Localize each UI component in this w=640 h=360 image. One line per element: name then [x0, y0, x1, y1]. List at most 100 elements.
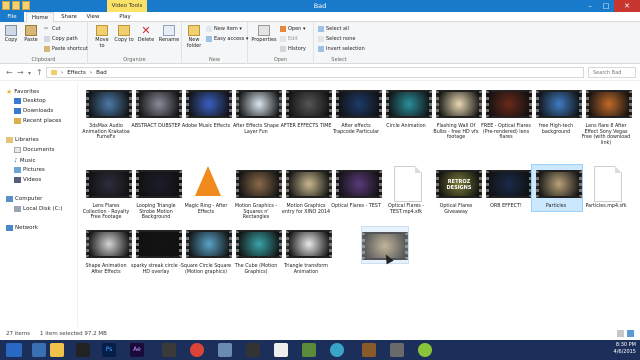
nav-videos[interactable]: Videos	[14, 177, 41, 183]
file-name[interactable]: Motion Graphics entry for XINO 2014	[280, 204, 332, 215]
video-thumbnail[interactable]	[586, 90, 632, 118]
breadcrumb-bad[interactable]: Bad	[96, 68, 107, 77]
maximize-button[interactable]: □	[598, 0, 614, 12]
video-thumbnail[interactable]: RETROZ DESIGNS	[436, 170, 482, 198]
after-effects-icon[interactable]: Ae	[130, 343, 144, 357]
paste-shortcut-button[interactable]: Paste shortcut	[44, 46, 88, 52]
app3-icon[interactable]	[246, 343, 260, 357]
details-view-icon[interactable]	[617, 330, 624, 337]
nav-desktop[interactable]: Desktop	[14, 98, 46, 104]
video-thumbnail[interactable]	[86, 230, 132, 258]
nav-network[interactable]: Network	[6, 225, 38, 231]
file-icon[interactable]	[394, 166, 422, 202]
video-thumbnail[interactable]	[136, 90, 182, 118]
tab-view[interactable]: View	[82, 12, 104, 22]
close-button[interactable]: ✕	[614, 0, 640, 12]
chrome-icon[interactable]	[190, 343, 204, 357]
file-name[interactable]: Adobe Music Effects	[180, 124, 232, 130]
rename-button[interactable]: Rename	[158, 25, 180, 43]
app5-icon[interactable]	[302, 343, 316, 357]
video-thumbnail[interactable]	[436, 90, 482, 118]
video-thumbnail[interactable]	[536, 90, 582, 118]
file-name[interactable]: Magic Ring - After Effects	[180, 204, 232, 215]
app7-icon[interactable]	[362, 343, 376, 357]
nav-documents[interactable]: Documents	[14, 147, 54, 153]
video-thumbnail[interactable]	[336, 170, 382, 198]
up-arrow-icon[interactable]: ↑	[36, 68, 43, 77]
copy-to-button[interactable]: Copy to	[114, 25, 134, 43]
file-name[interactable]: Circle Animation	[380, 124, 432, 130]
video-thumbnail[interactable]	[486, 170, 532, 198]
video-thumbnail[interactable]	[236, 90, 282, 118]
file-name[interactable]: ABSTRACT DUBSTEP	[130, 124, 182, 130]
explorer-icon[interactable]	[50, 343, 64, 357]
system-clock[interactable]: 8:30 PM 4/6/2015	[614, 342, 636, 356]
move-to-button[interactable]: Move to	[92, 25, 112, 49]
file-name[interactable]: Triangle transform Animation	[280, 264, 332, 275]
back-arrow-icon[interactable]: ←	[6, 68, 13, 77]
breadcrumb-effects[interactable]: Effects	[67, 68, 86, 77]
video-thumbnail[interactable]	[386, 90, 432, 118]
video-thumbnail[interactable]	[286, 230, 332, 258]
video-thumbnail[interactable]	[486, 90, 532, 118]
file-name[interactable]: Lens Flares Collection - Royalty Free Fo…	[80, 204, 132, 221]
tab-share[interactable]: Share	[58, 12, 80, 22]
select-all-button[interactable]: Select all	[318, 26, 349, 32]
app8-icon[interactable]	[390, 343, 404, 357]
history-button[interactable]: History	[280, 46, 306, 52]
paste-button[interactable]: Paste	[22, 25, 40, 43]
video-thumbnail[interactable]	[286, 90, 332, 118]
file-name[interactable]: Optical Flares Giveaway	[430, 204, 482, 215]
nav-pictures[interactable]: Pictures	[14, 167, 45, 173]
file-name[interactable]: Optical Flares - TEST.mp4.sfk	[380, 204, 432, 215]
file-name[interactable]: Square Circle Square (Motion graphics)	[180, 264, 232, 275]
file-name[interactable]: sparky streak circle - HD overlay	[130, 264, 182, 275]
file-name[interactable]: Motion Graphics - Squares n' Rectangles	[230, 204, 282, 221]
file-name[interactable]: Optical Flares - TEST	[330, 204, 382, 210]
file-name[interactable]: Lens flare 8 After Effect Sony Vegas Fre…	[580, 124, 632, 146]
start-icon[interactable]	[6, 343, 22, 357]
video-thumbnail[interactable]	[236, 230, 282, 258]
video-thumbnail[interactable]	[286, 170, 332, 198]
select-none-button[interactable]: Select none	[318, 36, 356, 42]
video-thumbnail[interactable]	[136, 230, 182, 258]
forward-arrow-icon[interactable]: →	[17, 68, 24, 77]
file-name[interactable]: FREE - Optical Flares (Pre-rendered) len…	[480, 124, 532, 141]
copy-path-button[interactable]: Copy path	[44, 36, 78, 42]
open-button[interactable]: Open ▾	[280, 26, 305, 32]
file-name[interactable]: Particles.mp4.sfk	[580, 204, 632, 210]
minimize-button[interactable]: –	[582, 0, 598, 12]
nav-downloads[interactable]: Downloads	[14, 108, 53, 114]
file-name[interactable]: Flashing Wall Of Bulbs - free HD vfx foo…	[430, 124, 482, 141]
new-item-button[interactable]: New item ▾	[206, 26, 242, 32]
file-icon[interactable]	[594, 166, 622, 202]
file-name[interactable]: AFTER EFFECTS TIME	[280, 124, 332, 130]
video-thumbnail[interactable]	[86, 170, 132, 198]
video-thumbnail[interactable]	[336, 90, 382, 118]
nav-recent-places[interactable]: Recent places	[14, 118, 61, 124]
app2-icon[interactable]	[218, 343, 232, 357]
video-thumbnail[interactable]	[136, 170, 182, 198]
photoshop-icon[interactable]: Ps	[102, 343, 116, 357]
video-thumbnail[interactable]	[536, 170, 582, 198]
cut-button[interactable]: ✂ Cut	[44, 26, 61, 32]
edit-button[interactable]: Edit	[280, 36, 298, 42]
address-box[interactable]: › Effects › Bad	[46, 67, 584, 78]
video-thumbnail[interactable]	[186, 230, 232, 258]
app-icon[interactable]	[162, 343, 176, 357]
easy-access-button[interactable]: Easy access ▾	[206, 36, 248, 42]
file-name[interactable]: After effects Trapcode Particular	[330, 124, 382, 135]
nav-favorites[interactable]: ★ Favorites	[6, 88, 39, 96]
nav-music[interactable]: ♪ Music	[14, 157, 36, 164]
film-icon[interactable]	[76, 343, 90, 357]
file-name[interactable]: The Cube (Motion Graphics)	[230, 264, 282, 275]
file-name[interactable]: Looping Triangle Strobe Motion Backgroun…	[130, 204, 182, 221]
large-icons-view-icon[interactable]	[627, 330, 634, 337]
nav-local-disk[interactable]: Local Disk (C:)	[14, 206, 63, 212]
tab-play[interactable]: Play	[112, 12, 138, 22]
video-thumbnail[interactable]	[86, 90, 132, 118]
nav-libraries[interactable]: Libraries	[6, 137, 39, 143]
video-thumbnail[interactable]	[186, 90, 232, 118]
app4-icon[interactable]	[274, 343, 288, 357]
recent-chevron-icon[interactable]: ▾	[28, 70, 31, 77]
